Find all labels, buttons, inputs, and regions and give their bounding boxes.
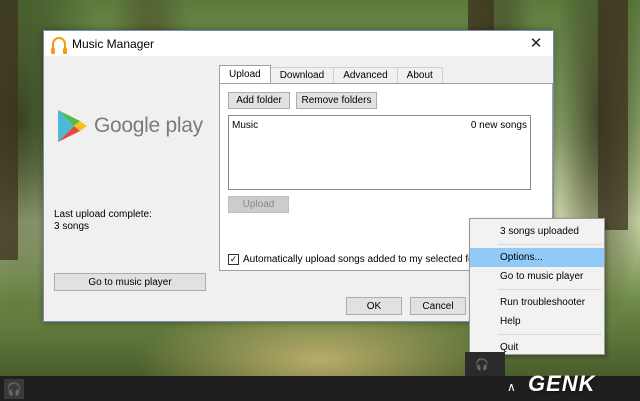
last-upload-status: Last upload complete: 3 songs — [54, 209, 152, 233]
wallpaper-tree — [0, 0, 18, 260]
show-hidden-icons-chevron-icon[interactable]: ∧ — [507, 380, 516, 394]
genk-watermark: GENK — [528, 371, 596, 396]
folder-list[interactable]: Music 0 new songs — [228, 115, 531, 190]
close-button[interactable]: ✕ — [525, 33, 547, 53]
menu-divider — [498, 334, 602, 335]
folder-status: 0 new songs — [470, 120, 527, 131]
last-upload-count: 3 songs — [54, 221, 90, 232]
tab-advanced[interactable]: Advanced — [333, 67, 398, 83]
tab-upload[interactable]: Upload — [219, 65, 271, 83]
taskbar-music-manager-icon[interactable]: 🎧 — [4, 379, 24, 399]
menu-item-help[interactable]: Help — [470, 312, 604, 331]
menu-item-go-to-music-player[interactable]: Go to music player — [470, 267, 604, 286]
headphones-icon: 🎧 — [6, 382, 22, 396]
menu-item-songs-uploaded: 3 songs uploaded — [500, 226, 579, 237]
tab-download[interactable]: Download — [269, 67, 335, 83]
play-triangle-icon — [58, 110, 87, 142]
cancel-button[interactable]: Cancel — [410, 297, 466, 315]
list-item[interactable]: Music 0 new songs — [229, 116, 530, 135]
wallpaper-tree — [598, 0, 628, 230]
last-upload-label: Last upload complete: — [54, 209, 152, 220]
auto-upload-option[interactable]: ✓ Automatically upload songs added to my… — [228, 254, 495, 265]
tray-context-menu: 3 songs uploaded Options... Go to music … — [469, 218, 605, 355]
folder-name: Music — [232, 120, 259, 131]
google-play-wordmark: Google play — [94, 114, 203, 137]
menu-divider — [498, 244, 602, 245]
tab-about[interactable]: About — [396, 67, 443, 83]
window-title: Music Manager — [72, 36, 155, 51]
ok-button[interactable]: OK — [346, 297, 402, 315]
add-folder-button[interactable]: Add folder — [228, 92, 290, 109]
left-panel: Google play Last upload complete: 3 song… — [44, 56, 219, 321]
headphones-icon — [51, 36, 67, 54]
auto-upload-label: Automatically upload songs added to my s… — [243, 254, 496, 265]
go-to-music-player-button[interactable]: Go to music player — [54, 273, 206, 291]
upload-button[interactable]: Upload — [228, 196, 289, 213]
title-bar[interactable]: Music Manager ✕ — [44, 31, 553, 56]
google-play-logo: Google play — [56, 108, 203, 144]
remove-folders-button[interactable]: Remove folders — [296, 92, 377, 109]
menu-item-options[interactable]: Options... — [470, 248, 604, 267]
menu-divider — [498, 289, 602, 290]
menu-item-run-troubleshooter[interactable]: Run troubleshooter — [470, 293, 604, 312]
tray-headphones-icon[interactable]: 🎧 — [475, 358, 489, 371]
tray-overflow-popup: 🎧 — [465, 352, 505, 376]
tab-strip: Upload Download Advanced About — [219, 65, 443, 83]
auto-upload-checkbox[interactable]: ✓ — [228, 254, 239, 265]
